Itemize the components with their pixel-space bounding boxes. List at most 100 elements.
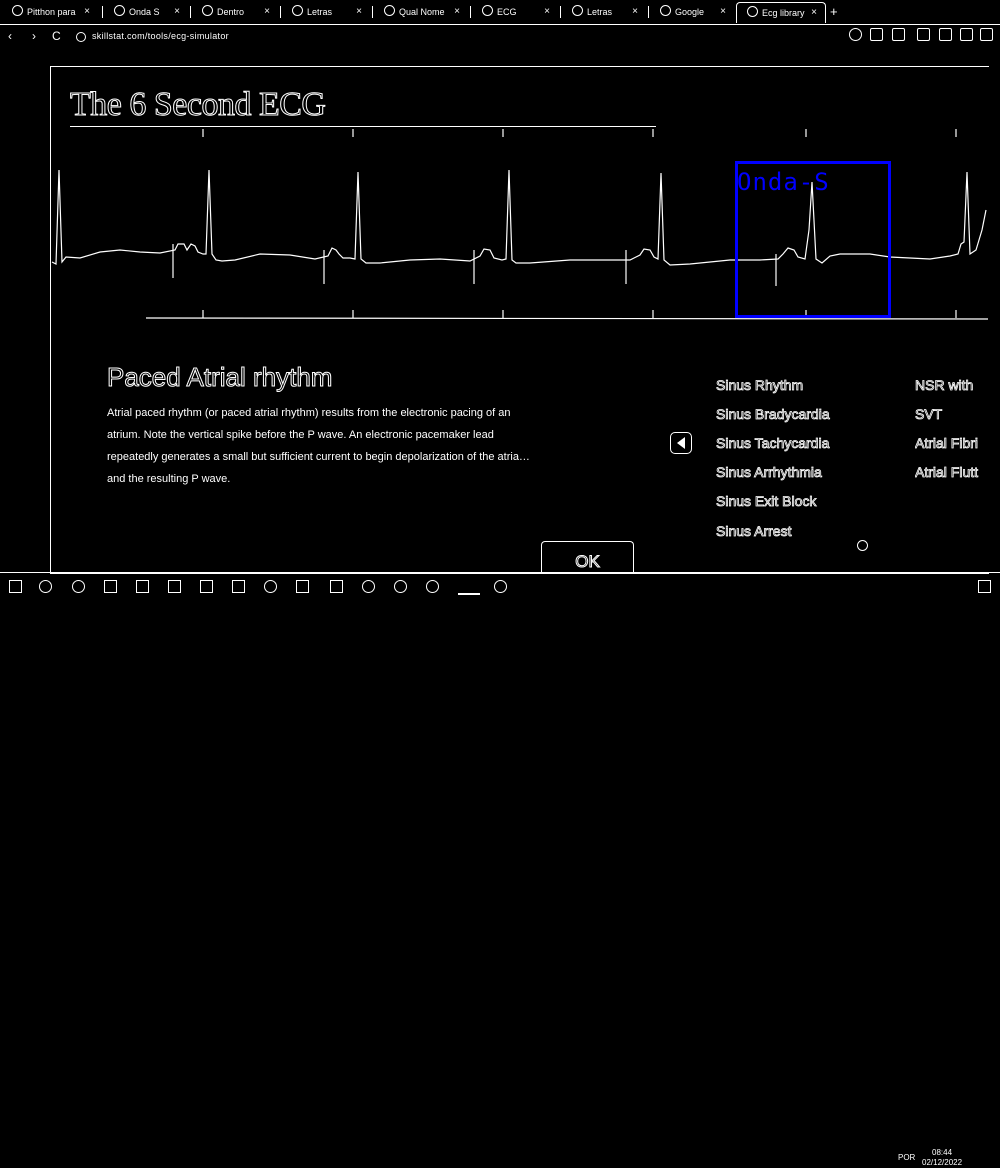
pacing-spikes bbox=[172, 244, 777, 286]
tab-label: Pitthon para bbox=[27, 7, 76, 17]
tab-close-icon[interactable]: × bbox=[174, 2, 180, 22]
app-icon[interactable] bbox=[136, 580, 149, 593]
tab-close-icon[interactable]: × bbox=[454, 2, 460, 22]
tab-7[interactable]: Letras × bbox=[562, 2, 646, 22]
notifications-icon[interactable] bbox=[978, 580, 991, 593]
tab-favicon-icon bbox=[292, 5, 303, 16]
page-indicator-dot[interactable] bbox=[857, 540, 868, 551]
ok-button[interactable]: OK bbox=[541, 541, 634, 574]
address-bar: ‹ › C skillstat.com/tools/ecg-simulator bbox=[0, 24, 1000, 48]
profile-icon[interactable] bbox=[939, 28, 952, 41]
browser-tab-bar: Pitthon para × Onda S × Dentro × Letras × Qu… bbox=[0, 0, 1000, 25]
rhythm-description: Atrial paced rhythm (or paced atrial rhy… bbox=[107, 402, 637, 490]
back-button[interactable]: ‹ bbox=[8, 28, 12, 44]
store-icon[interactable] bbox=[200, 580, 213, 593]
ecg-top-ruler bbox=[202, 129, 957, 137]
tab-6[interactable]: ECG × bbox=[472, 2, 558, 22]
share-icon[interactable] bbox=[870, 28, 883, 41]
tab-3[interactable]: Dentro × bbox=[192, 2, 278, 22]
tab-close-icon[interactable]: × bbox=[356, 2, 362, 22]
tab-favicon-icon bbox=[202, 5, 213, 16]
calendar-icon[interactable] bbox=[168, 580, 181, 593]
tab-favicon-icon bbox=[12, 5, 23, 16]
start-icon[interactable] bbox=[9, 580, 22, 593]
tab-close-icon[interactable]: × bbox=[811, 3, 817, 23]
browser-icon[interactable] bbox=[264, 580, 277, 593]
clock-date: 02/12/2022 bbox=[922, 1158, 963, 1167]
app-icon[interactable] bbox=[494, 580, 507, 593]
rhythm-item[interactable]: Sinus Rhythm bbox=[716, 377, 804, 394]
taskbar: POR 08:44 02/12/2022 bbox=[0, 572, 1000, 1167]
rhythm-item[interactable]: Sinus Tachycardia bbox=[716, 435, 830, 452]
vscode-icon[interactable] bbox=[330, 580, 343, 593]
tab-label: Dentro bbox=[217, 7, 245, 17]
tab-5[interactable]: Qual Nome × bbox=[374, 2, 468, 22]
tab-active[interactable]: Ecg library × bbox=[736, 2, 826, 23]
tab-favicon-icon bbox=[482, 5, 493, 16]
tab-2[interactable]: Onda S × bbox=[104, 2, 188, 22]
tab-close-icon[interactable]: × bbox=[632, 2, 638, 22]
tab-favicon-icon bbox=[114, 5, 125, 16]
app-icon[interactable] bbox=[426, 580, 439, 593]
tab-4[interactable]: Letras × bbox=[282, 2, 370, 22]
tab-1[interactable]: Pitthon para × bbox=[2, 2, 98, 22]
previous-page-button[interactable] bbox=[670, 432, 692, 454]
clock-time: 08:44 bbox=[932, 1148, 953, 1157]
chevron-left-icon bbox=[677, 437, 685, 449]
tab-favicon-icon bbox=[660, 5, 671, 16]
clock[interactable]: 08:44 02/12/2022 bbox=[922, 1148, 962, 1168]
active-app-icon[interactable] bbox=[458, 576, 480, 595]
cortana-icon[interactable] bbox=[72, 580, 85, 593]
tab-favicon-icon bbox=[572, 5, 583, 16]
tab-separator bbox=[372, 6, 373, 18]
tab-close-icon[interactable]: × bbox=[84, 2, 90, 22]
rhythm-item[interactable]: Sinus Arrest bbox=[716, 523, 792, 540]
rhythm-item[interactable]: Atrial Fibri bbox=[915, 435, 1000, 451]
rhythm-item[interactable]: Atrial Flutt bbox=[915, 464, 1000, 480]
tab-label: Letras bbox=[307, 7, 333, 17]
tab-label: Letras bbox=[587, 7, 613, 17]
tab-separator bbox=[560, 6, 561, 18]
rhythm-item[interactable]: Sinus Exit Block bbox=[716, 493, 817, 510]
tab-close-icon[interactable]: × bbox=[720, 2, 726, 22]
annotation-label: Onda-S bbox=[737, 168, 830, 196]
url-input[interactable]: skillstat.com/tools/ecg-simulator bbox=[92, 28, 229, 44]
star-icon[interactable] bbox=[892, 28, 905, 41]
app-icon[interactable] bbox=[394, 580, 407, 593]
tab-label: ECG bbox=[497, 7, 517, 17]
description-line: and the resulting P wave. bbox=[107, 473, 231, 485]
sidebar-icon[interactable] bbox=[980, 28, 993, 41]
extensions-icon[interactable] bbox=[917, 28, 930, 41]
tab-favicon-icon bbox=[384, 5, 395, 16]
search-icon[interactable] bbox=[39, 580, 52, 593]
tab-separator bbox=[280, 6, 281, 18]
rhythm-heading: Paced Atrial rhythm bbox=[106, 362, 333, 393]
tab-label: Ecg library bbox=[762, 8, 805, 18]
zoom-icon[interactable] bbox=[849, 28, 862, 41]
tab-label: Google bbox=[675, 7, 705, 17]
tab-separator bbox=[102, 6, 103, 18]
rhythm-item[interactable]: Sinus Bradycardia bbox=[716, 406, 830, 423]
rhythm-item[interactable]: SVT bbox=[915, 406, 1000, 422]
new-tab-button[interactable]: + bbox=[830, 2, 850, 22]
description-line: Atrial paced rhythm (or paced atrial rhy… bbox=[107, 407, 511, 419]
folder-icon[interactable] bbox=[232, 580, 245, 593]
rhythm-item[interactable]: NSR with bbox=[915, 377, 1000, 393]
app-icon[interactable] bbox=[362, 580, 375, 593]
tab-label: Qual Nome bbox=[399, 7, 445, 17]
tab-8[interactable]: Google × bbox=[650, 2, 734, 22]
task-view-icon[interactable] bbox=[104, 580, 117, 593]
tab-favicon-icon bbox=[747, 6, 758, 17]
site-info-icon[interactable] bbox=[76, 32, 86, 42]
reload-button[interactable]: C bbox=[52, 28, 61, 44]
rhythm-item[interactable]: Sinus Arrhythmia bbox=[716, 464, 823, 481]
forward-button[interactable]: › bbox=[32, 28, 36, 44]
description-line: atrium. Note the vertical spike before t… bbox=[107, 429, 494, 441]
tab-close-icon[interactable]: × bbox=[264, 2, 270, 22]
menu-icon[interactable] bbox=[960, 28, 973, 41]
tab-separator bbox=[190, 6, 191, 18]
page-title: The 6 Second ECG bbox=[69, 86, 326, 124]
app-icon[interactable] bbox=[296, 580, 309, 593]
tab-close-icon[interactable]: × bbox=[544, 2, 550, 22]
tab-separator bbox=[470, 6, 471, 18]
